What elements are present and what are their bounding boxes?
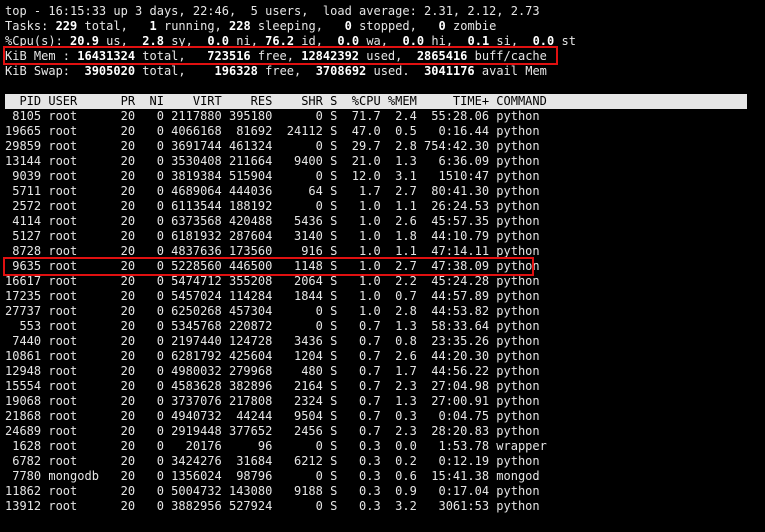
process-row: 6782 root 20 0 3424276 31684 6212 S 0.3 … [5, 454, 540, 468]
process-row: 10861 root 20 0 6281792 425604 1204 S 0.… [5, 349, 540, 363]
tasks-segment: 1 [149, 19, 157, 33]
swap-segment: 3041176 [424, 64, 475, 78]
swap-segment: free, [257, 64, 316, 78]
process-row: 553 root 20 0 5345768 220872 0 S 0.7 1.3… [5, 319, 540, 333]
process-row: 29859 root 20 0 3691744 461324 0 S 29.7 … [5, 139, 540, 153]
process-row: 5127 root 20 0 6181932 287604 3140 S 1.0… [5, 229, 540, 243]
process-row: 13144 root 20 0 3530408 211664 9400 S 21… [5, 154, 540, 168]
process-row: 24689 root 20 0 2919448 377652 2456 S 0.… [5, 424, 540, 438]
tasks-segment: zombie [445, 19, 497, 33]
process-row: 19665 root 20 0 4066168 81692 24112 S 47… [5, 124, 540, 138]
memory-highlight-box [3, 46, 558, 65]
process-row: 1628 root 20 0 20176 96 0 S 0.3 0.0 1:53… [5, 439, 547, 453]
tasks-segment: running, [156, 19, 229, 33]
swap-line: KiB Swap: 3905020 total, 196328 free, 37… [5, 64, 760, 79]
tasks-segment: sleeping, [250, 19, 345, 33]
tasks-segment: stopped, [351, 19, 439, 33]
process-row: 19068 root 20 0 3737076 217808 2324 S 0.… [5, 394, 540, 408]
process-highlight-box [3, 257, 534, 276]
process-row: 15554 root 20 0 4583628 382896 2164 S 0.… [5, 379, 540, 393]
process-table: 8105 root 20 0 2117880 395180 0 S 71.7 2… [5, 109, 760, 514]
swap-segment: 3905020 [84, 64, 136, 78]
process-row: 17235 root 20 0 5457024 114284 1844 S 1.… [5, 289, 540, 303]
process-row: 9039 root 20 0 3819384 515904 0 S 12.0 3… [5, 169, 540, 183]
swap-segment: KiB Swap: [5, 64, 85, 78]
load-average: , load average: 2.31, 2.12, 2.73 [301, 4, 540, 18]
swap-segment: total, [135, 64, 215, 78]
uptime-line: top - 16:15:33 up 3 days, 22:46, 5 users… [5, 4, 760, 19]
process-row: 13912 root 20 0 3882956 527924 0 S 0.3 3… [5, 499, 540, 513]
tasks-line: Tasks: 229 total, 1 running, 228 sleepin… [5, 19, 760, 34]
swap-segment: avail Mem [474, 64, 547, 78]
process-row: 21868 root 20 0 4940732 44244 9504 S 0.7… [5, 409, 540, 423]
swap-segment: 3708692 [315, 64, 367, 78]
tasks-segment: 228 [229, 19, 251, 33]
process-row: 8105 root 20 0 2117880 395180 0 S 71.7 2… [5, 109, 540, 123]
process-row: 27737 root 20 0 6250268 457304 0 S 1.0 2… [5, 304, 540, 318]
uptime-text: top - 16:15:33 up 3 days, 22:46, [5, 4, 251, 18]
tasks-segment: 0 [438, 19, 446, 33]
process-row: 5711 root 20 0 4689064 444036 64 S 1.7 2… [5, 184, 540, 198]
tasks-segment: total, [77, 19, 150, 33]
process-row: 16617 root 20 0 5474712 355208 2064 S 1.… [5, 274, 540, 288]
tasks-segment: 0 [344, 19, 352, 33]
process-row: 2572 root 20 0 6113544 188192 0 S 1.0 1.… [5, 199, 540, 213]
users-count: 5 users [250, 4, 302, 18]
swap-segment: used. [366, 64, 425, 78]
tasks-segment: 229 [55, 19, 78, 33]
tasks-segment: Tasks: [5, 19, 56, 33]
process-row: 4114 root 20 0 6373568 420488 5436 S 1.0… [5, 214, 540, 228]
process-table-header: PID USER PR NI VIRT RES SHR S %CPU %MEM … [5, 94, 747, 109]
process-row: 12948 root 20 0 4980032 279968 480 S 0.7… [5, 364, 540, 378]
process-row: 11862 root 20 0 5004732 143080 9188 S 0.… [5, 484, 540, 498]
swap-segment: 196328 [214, 64, 258, 78]
process-row: 7440 root 20 0 2197440 124728 3436 S 0.7… [5, 334, 540, 348]
process-row: 7780 mongodb 20 0 1356024 98796 0 S 0.3 … [5, 469, 540, 483]
